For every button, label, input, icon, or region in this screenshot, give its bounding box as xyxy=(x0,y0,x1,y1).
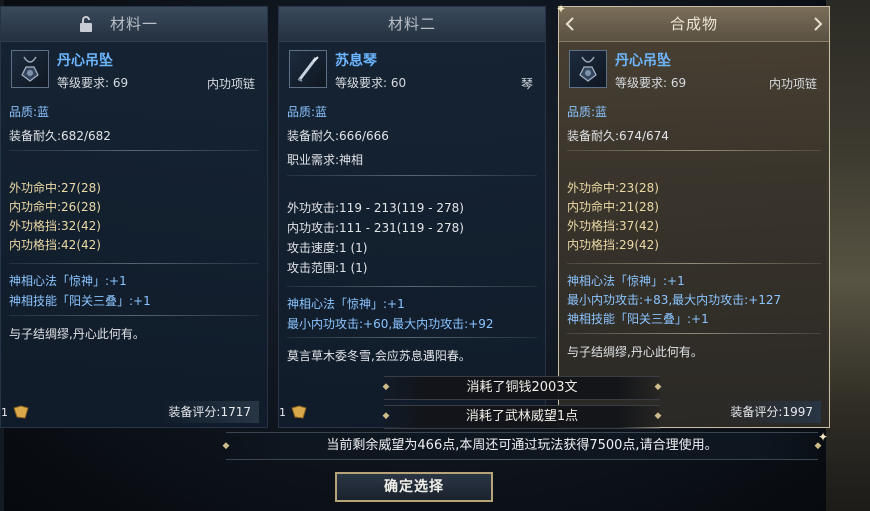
skill-line: 神相心法「惊神」:+1 xyxy=(287,297,405,311)
stat-line: 内功命中:26(28) xyxy=(9,200,101,214)
stat-line: 内功格挡:29(42) xyxy=(567,238,659,252)
divider xyxy=(9,263,259,264)
item-name: 丹心吊坠 xyxy=(615,53,671,69)
skill-line: 最小内功攻击:+60,最大内功攻击:+92 xyxy=(287,317,494,331)
skill-line: 神相心法「惊神」:+1 xyxy=(567,274,685,288)
divider xyxy=(567,333,821,334)
cost-prestige-bar: ◆ 消耗了武林威望1点 ◆ xyxy=(382,405,662,429)
stat-line: 外功命中:27(28) xyxy=(9,181,101,195)
divider xyxy=(567,150,821,151)
unlock-icon[interactable] xyxy=(79,16,93,32)
item-quality: 品质:蓝 xyxy=(567,105,608,119)
item-description: 与子结绸缪,丹心此何有。 xyxy=(567,345,703,359)
equipment-score: 装备评分:1717 xyxy=(160,401,259,423)
prestige-info-bar: ◆ 当前剩余威望为466点,本周还可通过玩法获得7500点,请合理使用。 ◆ xyxy=(223,432,821,460)
item-durability: 装备耐久:674/674 xyxy=(567,129,669,143)
item-count: 1 xyxy=(1,406,8,419)
divider xyxy=(287,175,537,176)
stat-line: 内功命中:21(28) xyxy=(567,200,659,214)
skill-line: 神相技能「阳关三叠」:+1 xyxy=(567,312,709,326)
result-panel: 合成物 丹心吊坠 等级要求: 69 内功项链 品质:蓝 装备耐久:674/674… xyxy=(558,6,830,428)
diamond-ornament-icon: ◆ xyxy=(222,441,230,451)
level-requirement: 等级要求: 60 xyxy=(335,76,407,90)
item-name: 丹心吊坠 xyxy=(57,53,113,69)
stat-line: 内功攻击:111 - 231(119 - 278) xyxy=(287,221,464,235)
material-panel-1: 材料一 丹心吊坠 等级要求: 69 内功项链 品质:蓝 装备耐久:682/682… xyxy=(0,6,268,428)
book-icon[interactable] xyxy=(13,405,29,419)
item-count: 1 xyxy=(279,406,286,419)
panel-title: 材料一 xyxy=(109,15,158,33)
stat-line: 外功攻击:119 - 213(119 - 278) xyxy=(287,201,464,215)
item-header: 丹心吊坠 等级要求: 69 内功项链 xyxy=(559,42,829,98)
stat-line: 外功命中:23(28) xyxy=(567,181,659,195)
stat-line: 外功格挡:37(42) xyxy=(567,219,659,233)
panel-title: 合成物 xyxy=(669,15,718,33)
stat-line: 内功格挡:42(42) xyxy=(9,238,101,252)
divider xyxy=(9,315,259,316)
level-requirement: 等级要求: 69 xyxy=(57,76,129,90)
item-header: 丹心吊坠 等级要求: 69 内功项链 xyxy=(1,42,267,98)
item-header: 苏息琴 等级要求: 60 琴 xyxy=(279,42,545,98)
level-requirement: 等级要求: 69 xyxy=(615,76,687,90)
panel-header: 材料一 xyxy=(1,7,267,42)
item-name: 苏息琴 xyxy=(335,53,377,69)
qin-item-icon[interactable] xyxy=(289,50,327,88)
item-durability: 装备耐久:682/682 xyxy=(9,129,111,143)
confirm-button[interactable]: 确定选择 xyxy=(335,472,493,502)
panel-header: 材料二 xyxy=(279,7,545,42)
item-description: 与子结绸缪,丹心此何有。 xyxy=(9,327,145,341)
item-slot: 内功项链 xyxy=(768,77,817,91)
diamond-ornament-icon: ◆ xyxy=(654,382,662,392)
item-slot: 内功项链 xyxy=(206,77,255,91)
diamond-ornament-icon: ◆ xyxy=(382,382,390,392)
book-icon[interactable] xyxy=(291,405,307,419)
stat-line: 攻击速度:1 (1) xyxy=(287,241,368,255)
chevron-left-icon xyxy=(565,17,574,31)
divider xyxy=(287,337,537,338)
item-quality: 品质:蓝 xyxy=(9,105,50,119)
prestige-info-text: 当前剩余威望为466点,本周还可通过玩法获得7500点,请合理使用。 xyxy=(326,438,718,453)
cost-copper-text: 消耗了铜钱2003文 xyxy=(466,380,578,395)
equipment-score: 装备评分:1997 xyxy=(722,401,821,423)
chevron-right-icon xyxy=(814,17,823,31)
item-quality: 品质:蓝 xyxy=(287,105,328,119)
necklace-item-icon[interactable] xyxy=(569,50,607,88)
item-slot: 琴 xyxy=(520,77,533,91)
skill-line: 神相技能「阳关三叠」:+1 xyxy=(9,294,151,308)
panel-title: 材料二 xyxy=(387,15,436,33)
panel-header: 合成物 xyxy=(559,7,829,42)
cost-copper-bar: ◆ 消耗了铜钱2003文 ◆ xyxy=(382,376,662,400)
divider xyxy=(9,150,259,151)
item-durability: 装备耐久:666/666 xyxy=(287,129,389,143)
divider xyxy=(567,263,821,264)
divider xyxy=(287,286,537,287)
diamond-ornament-icon: ◆ xyxy=(382,411,390,421)
sparkle-icon: ✦ xyxy=(818,430,829,444)
stat-line: 攻击范围:1 (1) xyxy=(287,261,368,275)
background-scenery xyxy=(826,0,870,511)
diamond-ornament-icon: ◆ xyxy=(654,411,662,421)
material-panel-2: 材料二 苏息琴 等级要求: 60 琴 品质:蓝 装备耐久:666/666 职业需… xyxy=(278,6,546,428)
skill-line: 最小内功攻击:+83,最大内功攻击:+127 xyxy=(567,293,782,307)
skill-line: 神相心法「惊神」:+1 xyxy=(9,274,127,288)
cost-prestige-text: 消耗了武林威望1点 xyxy=(465,409,579,424)
stat-line: 外功格挡:32(42) xyxy=(9,219,101,233)
job-requirement: 职业需求:神相 xyxy=(287,153,364,167)
necklace-item-icon[interactable] xyxy=(11,50,49,88)
item-description: 莫言草木委冬雪,会应苏息遇阳春。 xyxy=(287,349,471,363)
sparkle-icon: ✦ xyxy=(556,2,567,16)
